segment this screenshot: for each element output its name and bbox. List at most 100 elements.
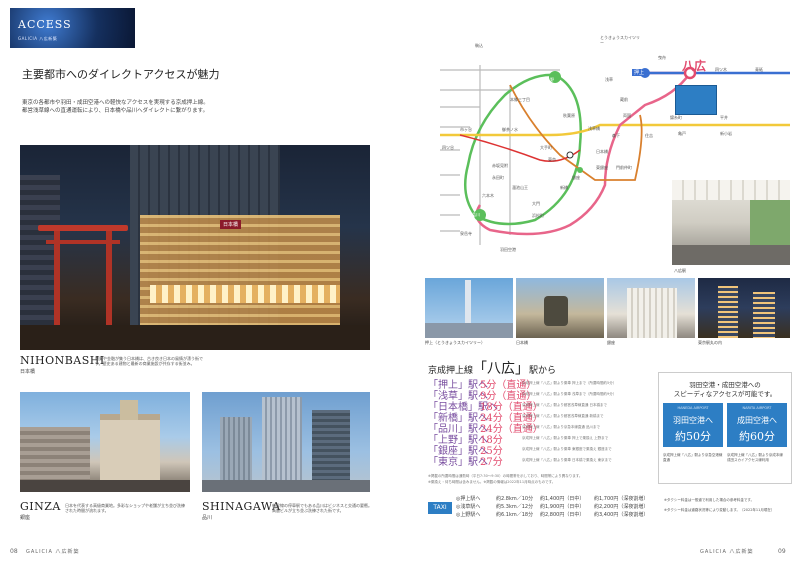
footer-right-brand: GALICIA 八広新築 — [700, 549, 754, 555]
taxi-row: ◎押上駅へ 約2.8km／10分 約1,400円（日中） 約1,700円（深夜割増） — [456, 494, 656, 502]
map-station-sengakuji: 泉岳寺 — [460, 231, 472, 236]
ginza-street-photo — [607, 278, 695, 338]
haneda-time: 約50分 — [675, 430, 711, 443]
map-station-higashiginza: 東銀座 — [596, 165, 608, 170]
taxi-dist: 約2.8km／10分 — [496, 495, 534, 502]
skytree-base — [425, 323, 513, 338]
routes-title-pre: 京成押上線 — [428, 366, 474, 376]
subway-lines-grey — [440, 65, 560, 245]
marunouchi-tower — [718, 286, 738, 338]
station-photo-caption: 八広駅 — [674, 268, 686, 273]
route-note: 京成押上線「八広」駅より乗車 日本橋で乗換え 東京まで — [522, 458, 612, 462]
narita-time: 約60分 — [739, 430, 775, 443]
footer-left-page: 08 — [10, 548, 18, 555]
platform-floor — [672, 245, 790, 265]
map-station-daimon: 大門 — [532, 201, 540, 206]
wako-clock-tower — [120, 400, 138, 420]
map-station-yotsugi: 四ツ木 — [715, 67, 727, 72]
map-oshiage-label: 押上 — [632, 69, 647, 76]
haneda-note: 京成押上線「八広」駅より京急空港線直通 — [663, 453, 723, 462]
ginza-jp: 銀座 — [20, 515, 31, 521]
photo-caption-4: 東京駅丸の内 — [698, 340, 722, 345]
taxi-dest: ◎押上駅へ — [456, 495, 481, 502]
map-station-kinshicho: 錦糸町 — [670, 115, 682, 120]
map-station-hamamatsucho: 浜松町 — [532, 213, 544, 218]
route-note: 京成押上線「八広」駅より乗車 押上まで（所要時間約5分） — [522, 381, 617, 385]
map-station-roppongi: 六本木 — [482, 193, 494, 198]
narita-note: 京成押上線「八広」駅より京成本線 成田スカイアクセス線利用 — [727, 453, 783, 462]
airport-heading-2: スピーディなアクセスが可能です。 — [673, 390, 777, 398]
nihonbashi-bridge-photo — [516, 278, 604, 338]
map-station-hikifune: 曳舟 — [658, 55, 666, 60]
building-lit-floors — [140, 215, 340, 325]
asakusa-line — [475, 71, 693, 236]
taxi-table: ◎押上駅へ 約2.8km／10分 約1,400円（日中） 約1,700円（深夜割増） … — [456, 494, 656, 518]
map-station-akasaka: 赤坂見附 — [492, 163, 508, 168]
routes-title-station: 「八広」 — [473, 361, 530, 377]
map-station-asakusa: 浅草 — [605, 77, 613, 82]
ginza-photo — [20, 392, 190, 492]
taxi-fare-night: 約1,700円（深夜割増） — [594, 495, 649, 502]
haneda-box: HANEDA AIRPORT 羽田空港へ 約50分 — [663, 403, 723, 447]
map-station-ginza: 銀座 — [572, 175, 580, 180]
map-station-yotsuya: 四ツ谷 — [442, 145, 454, 150]
narita-box: NARITA AIRPORT 成田空港へ 約60分 — [727, 403, 787, 447]
map-station-ochanomizu: 御茶ノ水 — [502, 127, 518, 132]
nihonbashi-jp: 日本橋 — [20, 369, 36, 375]
route-name: 「東京」駅へ — [428, 457, 488, 468]
map-station-shinagawa: 品川 — [472, 212, 480, 217]
map-station-tameike: 溜池山王 — [512, 185, 528, 190]
routes-footnote-1: ※掲載の所要時間は通勤時（平日7:30〜9:30）の時間帯を示しており、時間帯に… — [428, 474, 583, 478]
street-floor — [20, 325, 370, 350]
yahiro-station-sign — [675, 85, 717, 115]
taxi-dist: 約5.3km／12分 — [496, 503, 534, 510]
haneda-label: 羽田空港へ — [673, 416, 713, 425]
map-station-hirai: 平井 — [720, 115, 728, 120]
map-station-tokyo: 東京 — [548, 157, 556, 162]
taxi-fare-day: 約1,900円（日中） — [540, 503, 585, 510]
taxi-fare-night: 約3,400円（深夜割増） — [594, 511, 649, 518]
shinagawa-tower-2 — [262, 397, 302, 492]
tokyo-marker — [566, 151, 574, 159]
ginza-left-building — [20, 427, 90, 487]
route-note: 京成押上線「八広」駅より都営浅草線直通 新橋まで — [522, 414, 604, 418]
taxi-fare-night: 約2,200円（深夜割増） — [594, 503, 649, 510]
taxi-fare-day: 約2,800円（日中） — [540, 511, 585, 518]
access-header-tile: ACCESS GALICIA 八広新築 — [10, 8, 135, 48]
narita-en: NARITA AIRPORT — [742, 406, 772, 410]
street-sign: 日本橋 — [220, 220, 242, 229]
photo-caption-1: 押上（とうきょうスカイツリー） — [425, 340, 485, 345]
shinagawa-plaza — [202, 480, 370, 492]
intro-line-2: 都営浅草線への直通運転により、日本橋や品川へダイレクトに繋がります。 — [22, 108, 209, 114]
route-time: 27分 — [480, 457, 503, 468]
wako-building — [100, 414, 160, 490]
intro-line-1: 東京の各都市や羽田・成田空港への軽快なアクセスを実現する京成押上線。 — [22, 100, 209, 106]
lantern-row — [150, 285, 340, 303]
shinagawa-desc: 新幹線の停車駅でもある品川はビジネスと交通の要衝。高層ビルが立ち並ぶ洗練された街… — [272, 503, 372, 513]
map-station-shinkoiwa: 新小岩 — [720, 131, 732, 136]
map-station-sumiyoshi: 住吉 — [645, 133, 653, 138]
shinagawa-label: SHINAGAWA — [202, 500, 281, 513]
map-station-otemachi: 大手町 — [540, 145, 552, 150]
routes-footnote-2: ※乗換え・待ち時間は含みません。※掲載の情報は2022年11月時点のものです。 — [428, 480, 556, 484]
map-station-akihabara: 秋葉原 — [563, 113, 575, 118]
ginza-label: GINZA — [20, 500, 61, 513]
taxi-dest: ◎上野駅へ — [456, 511, 481, 518]
ginza-desc: 日本を代表する高級商業地。多彩なショップや老舗が立ち並び洗練された時間が流れます… — [65, 503, 185, 513]
taxi-dist: 約6.1km／18分 — [496, 511, 534, 518]
map-station-ryogoku: 両国 — [623, 113, 631, 118]
nihonbashi-desc: 商業や金融が集う日本橋は、古き良き日本の風情が漂う街です。歴史ある建物と最新の商… — [95, 356, 203, 366]
map-station-haneda: 羽田空港 — [500, 247, 516, 252]
map-station-kameido: 亀戸 — [678, 131, 686, 136]
narita-label: 成田空港へ — [737, 416, 777, 425]
photo-caption-2: 日本橋 — [516, 340, 528, 345]
route-note: 京成押上線「八広」駅より都営浅草線直通 日本橋まで — [522, 403, 608, 407]
marunouchi-photo — [698, 278, 790, 338]
map-station-ichigaya: 市ヶ谷 — [460, 127, 472, 132]
map-station-skytree: とうきょうスカイツリー — [600, 35, 640, 45]
torii-top-beam — [38, 225, 128, 231]
map-station-monzen: 門前仲町 — [616, 165, 632, 170]
shinagawa-photo — [202, 392, 370, 492]
routes-title-post: 駅から — [529, 366, 557, 376]
route-note: 京成押上線「八広」駅より乗車 浅草まで（所要時間約9分） — [522, 392, 617, 396]
